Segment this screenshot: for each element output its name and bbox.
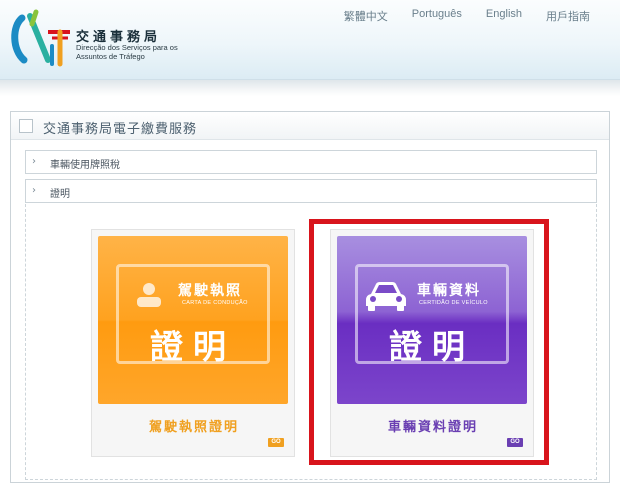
panel-checkbox[interactable] bbox=[19, 119, 33, 133]
driving-license-tile[interactable]: 駕駛執照 CARTA DE CONDUÇÃO 證明 bbox=[98, 236, 288, 404]
lang-link-portuguese[interactable]: Português bbox=[400, 8, 474, 24]
go-badge[interactable]: GO bbox=[268, 438, 284, 447]
accordion-vehicle-license-tax[interactable]: › 車輛使用牌照稅 bbox=[25, 150, 597, 174]
language-nav: 繁體中文 Português English 用戶指南 bbox=[332, 8, 602, 24]
person-icon bbox=[137, 283, 161, 307]
site-header: 交通事務局 Direcção dos Serviços para os Assu… bbox=[0, 0, 620, 80]
chevron-right-icon: › bbox=[32, 156, 36, 167]
chevron-right-icon: › bbox=[32, 185, 36, 196]
highlight-annotation bbox=[309, 219, 549, 465]
tile-subtitle: CARTA DE CONDUÇÃO bbox=[182, 300, 248, 306]
driving-license-certificate-card[interactable]: 駕駛執照 CARTA DE CONDUÇÃO 證明 駕駛執照證明 GO bbox=[91, 229, 295, 457]
accordion-certificate[interactable]: › 證明 bbox=[25, 179, 597, 203]
panel-header: 交通事務局電子繳費服務 bbox=[11, 112, 609, 140]
accordion-label: 車輛使用牌照稅 bbox=[50, 160, 120, 171]
lang-link-english[interactable]: English bbox=[474, 8, 534, 24]
card-caption[interactable]: 駕駛執照證明 bbox=[92, 416, 296, 435]
header-divider bbox=[0, 80, 620, 96]
dsat-logo-icon[interactable] bbox=[8, 6, 74, 68]
user-guide-link[interactable]: 用戶指南 bbox=[534, 8, 602, 24]
tile-title: 駕駛執照 bbox=[178, 283, 242, 299]
lang-link-traditional-chinese[interactable]: 繁體中文 bbox=[332, 8, 400, 24]
accordion-label: 證明 bbox=[50, 189, 70, 200]
panel-title: 交通事務局電子繳費服務 bbox=[43, 122, 198, 137]
tile-certificate-text: 證明 bbox=[150, 327, 236, 366]
logo-portuguese-name: Direcção dos Serviços para os Assuntos d… bbox=[76, 43, 178, 61]
